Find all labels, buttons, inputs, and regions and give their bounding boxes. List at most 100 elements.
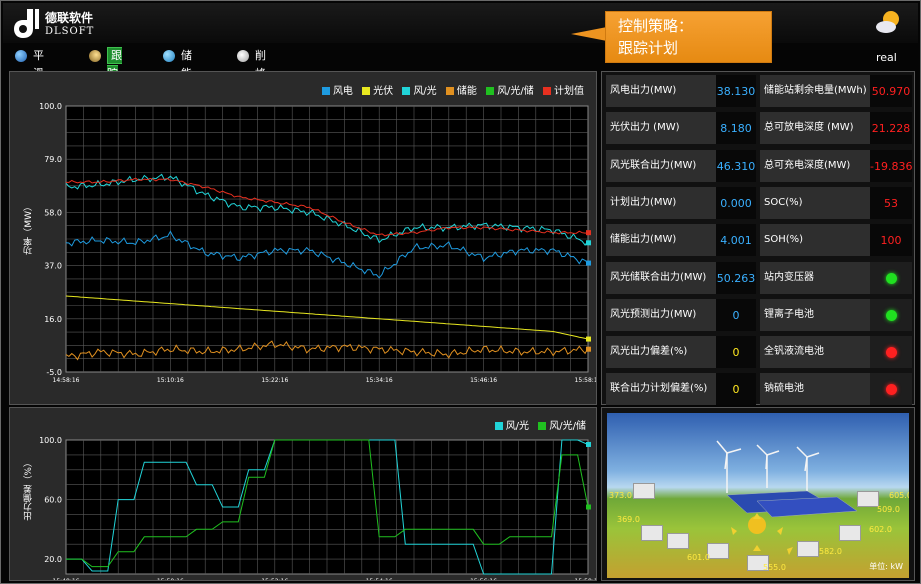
storage-unit (641, 525, 663, 541)
metric-row: 风光预测出力(MW) 0 (606, 298, 756, 331)
strategy-callout: 控制策略： 跟踪计划 (605, 11, 772, 63)
y-tick-label: 100.0 (39, 436, 62, 445)
metric-label: 全钒液流电池 (760, 336, 870, 369)
x-tick-label: 15:52:16 (261, 578, 288, 580)
metric-value: 8.180 (716, 112, 756, 145)
storage-unit (797, 541, 819, 557)
x-tick-label: 15:58:16 (575, 377, 596, 384)
nav-item-freq[interactable]: 储能调频 (163, 47, 192, 116)
metric-label: 风电出力(MW) (606, 75, 716, 107)
scene-value: 555.0 (763, 563, 786, 572)
y-tick-label: 20.0 (44, 555, 62, 564)
metric-label: 风光储联合出力(MW) (606, 261, 716, 294)
metric-row: 储能站剩余电量(MWh) 50.970 (760, 75, 912, 107)
metric-label: 风光联合出力(MW) (606, 149, 716, 182)
nav-item-peak[interactable]: 削峰填谷 (237, 47, 266, 116)
metric-row: 计划出力(MW) 0.000 (606, 186, 756, 219)
metric-value: 50.970 (870, 75, 912, 107)
storage-unit (839, 525, 861, 541)
status-real: real (876, 51, 897, 64)
storage-unit (667, 533, 689, 549)
y-tick-label: 60.0 (44, 496, 62, 505)
metric-row: 储能出力(MW) 4.001 (606, 224, 756, 257)
series-end-marker (586, 336, 591, 342)
scene-value: 602.0 (869, 525, 892, 534)
metric-label: 储能出力(MW) (606, 224, 716, 257)
metric-row: 风光出力偏差(%) 0 (606, 336, 756, 369)
metric-value: 50.263 (716, 261, 756, 294)
metric-value: 0 (716, 373, 756, 406)
metric-label: 光伏出力 (MW) (606, 112, 716, 145)
storage-unit (707, 543, 729, 559)
scene-value: 601.0 (687, 553, 710, 562)
x-tick-label: 15:56:16 (470, 578, 497, 580)
clock-icon (237, 50, 249, 62)
metric-label: 钠硫电池 (760, 373, 870, 406)
metric-value: 21.228 (870, 112, 912, 145)
y-tick-label: 37.0 (44, 262, 62, 271)
nav-item-track[interactable]: 跟踪计划 (89, 47, 122, 118)
metrics-panel: 风电出力(MW) 38.130 光伏出力 (MW) 8.180 风光联合出力(MW) 46… (601, 71, 915, 406)
nav-item-smooth[interactable]: 平滑出力 (15, 47, 44, 116)
status-indicator (886, 272, 897, 284)
series-end-marker (586, 504, 591, 510)
scene-value: 369.0 (617, 515, 640, 524)
moon-icon (89, 50, 101, 62)
scene-value: 373.0 (609, 491, 632, 500)
metric-row: 风电出力(MW) 38.130 (606, 75, 756, 107)
metric-row: 锂离子电池 (760, 298, 912, 331)
dlsoft-logo-icon (14, 9, 39, 38)
status-indicator (886, 309, 897, 321)
y-tick-label: 58.0 (44, 208, 62, 217)
metric-label: 联合出力计划偏差(%) (606, 373, 716, 406)
metric-row: 全钒液流电池 (760, 336, 912, 369)
x-tick-label: 15:46:16 (470, 377, 497, 384)
metric-row: SOH(%) 100 (760, 224, 912, 257)
metric-row: 总可放电深度 (MW) 21.228 (760, 112, 912, 145)
metric-label: SOH(%) (760, 224, 870, 257)
metric-row: 风光联合出力(MW) 46.310 (606, 149, 756, 182)
callout-line1: 控制策略： (618, 17, 694, 35)
x-tick-label: 15:58:16 (575, 578, 596, 580)
status-indicator (886, 384, 897, 396)
globe-icon (15, 50, 27, 62)
logo-cn-text: 德联软件 (45, 11, 94, 25)
metric-value: 53 (870, 186, 912, 219)
y-tick-label: 79.0 (44, 155, 62, 164)
x-tick-label: 14:58:16 (53, 377, 80, 384)
scene-unit: 单位: kW (869, 562, 903, 571)
x-tick-label: 15:34:16 (366, 377, 393, 384)
y-tick-label: 16.0 (44, 315, 62, 324)
power-chart-svg: 100.0 79.0 58.0 37.0 16.0 -5.014:58:16 15:10:1… (39, 102, 596, 384)
metric-row: 总可充电深度(MW) -19.836 (760, 149, 912, 182)
series-end-marker (586, 346, 591, 352)
metric-value: 46.310 (716, 149, 756, 182)
series-end-marker (586, 230, 591, 236)
metric-value: 38.130 (716, 75, 756, 107)
callout-line2: 跟踪计划 (618, 39, 679, 57)
metric-label: 计划出力(MW) (606, 186, 716, 219)
weather-icon (876, 11, 899, 33)
earth-icon (163, 50, 175, 62)
metric-label: 站内变压器 (760, 261, 870, 294)
metric-label: 总可充电深度(MW) (760, 149, 870, 182)
metric-row: 联合出力计划偏差(%) 0 (606, 373, 756, 406)
scene-value: 509.0 (877, 505, 900, 514)
station-scene-image: 373.0 369.0 509.0 605.0 602.0 582.0 555.… (607, 413, 909, 578)
app-window: 德联软件 DLSOFT 控制策略： 跟踪计划 平滑出力 跟踪计划 储能调频 削峰… (0, 0, 921, 584)
status-indicator (886, 347, 897, 359)
storage-unit (857, 491, 879, 507)
metric-label: 风光出力偏差(%) (606, 336, 716, 369)
x-tick-label: 15:22:16 (261, 377, 288, 384)
metric-row: SOC(%) 53 (760, 186, 912, 219)
metric-value: 100 (870, 224, 912, 257)
power-chart-panel: 风电 光伏 风/光 储能 风/光/储 计划值 功率（MW） 100.0 79.0 5… (9, 71, 597, 405)
metric-row: 站内变压器 (760, 261, 912, 294)
metric-row: 光伏出力 (MW) 8.180 (606, 112, 756, 145)
metric-label: 锂离子电池 (760, 298, 870, 331)
metric-row: 风光储联合出力(MW) 50.263 (606, 261, 756, 294)
metric-value: 0 (716, 336, 756, 369)
header-bar: 德联软件 DLSOFT (3, 3, 918, 43)
x-tick-label: 15:48:16 (53, 578, 80, 580)
scene-value: 582.0 (819, 547, 842, 556)
